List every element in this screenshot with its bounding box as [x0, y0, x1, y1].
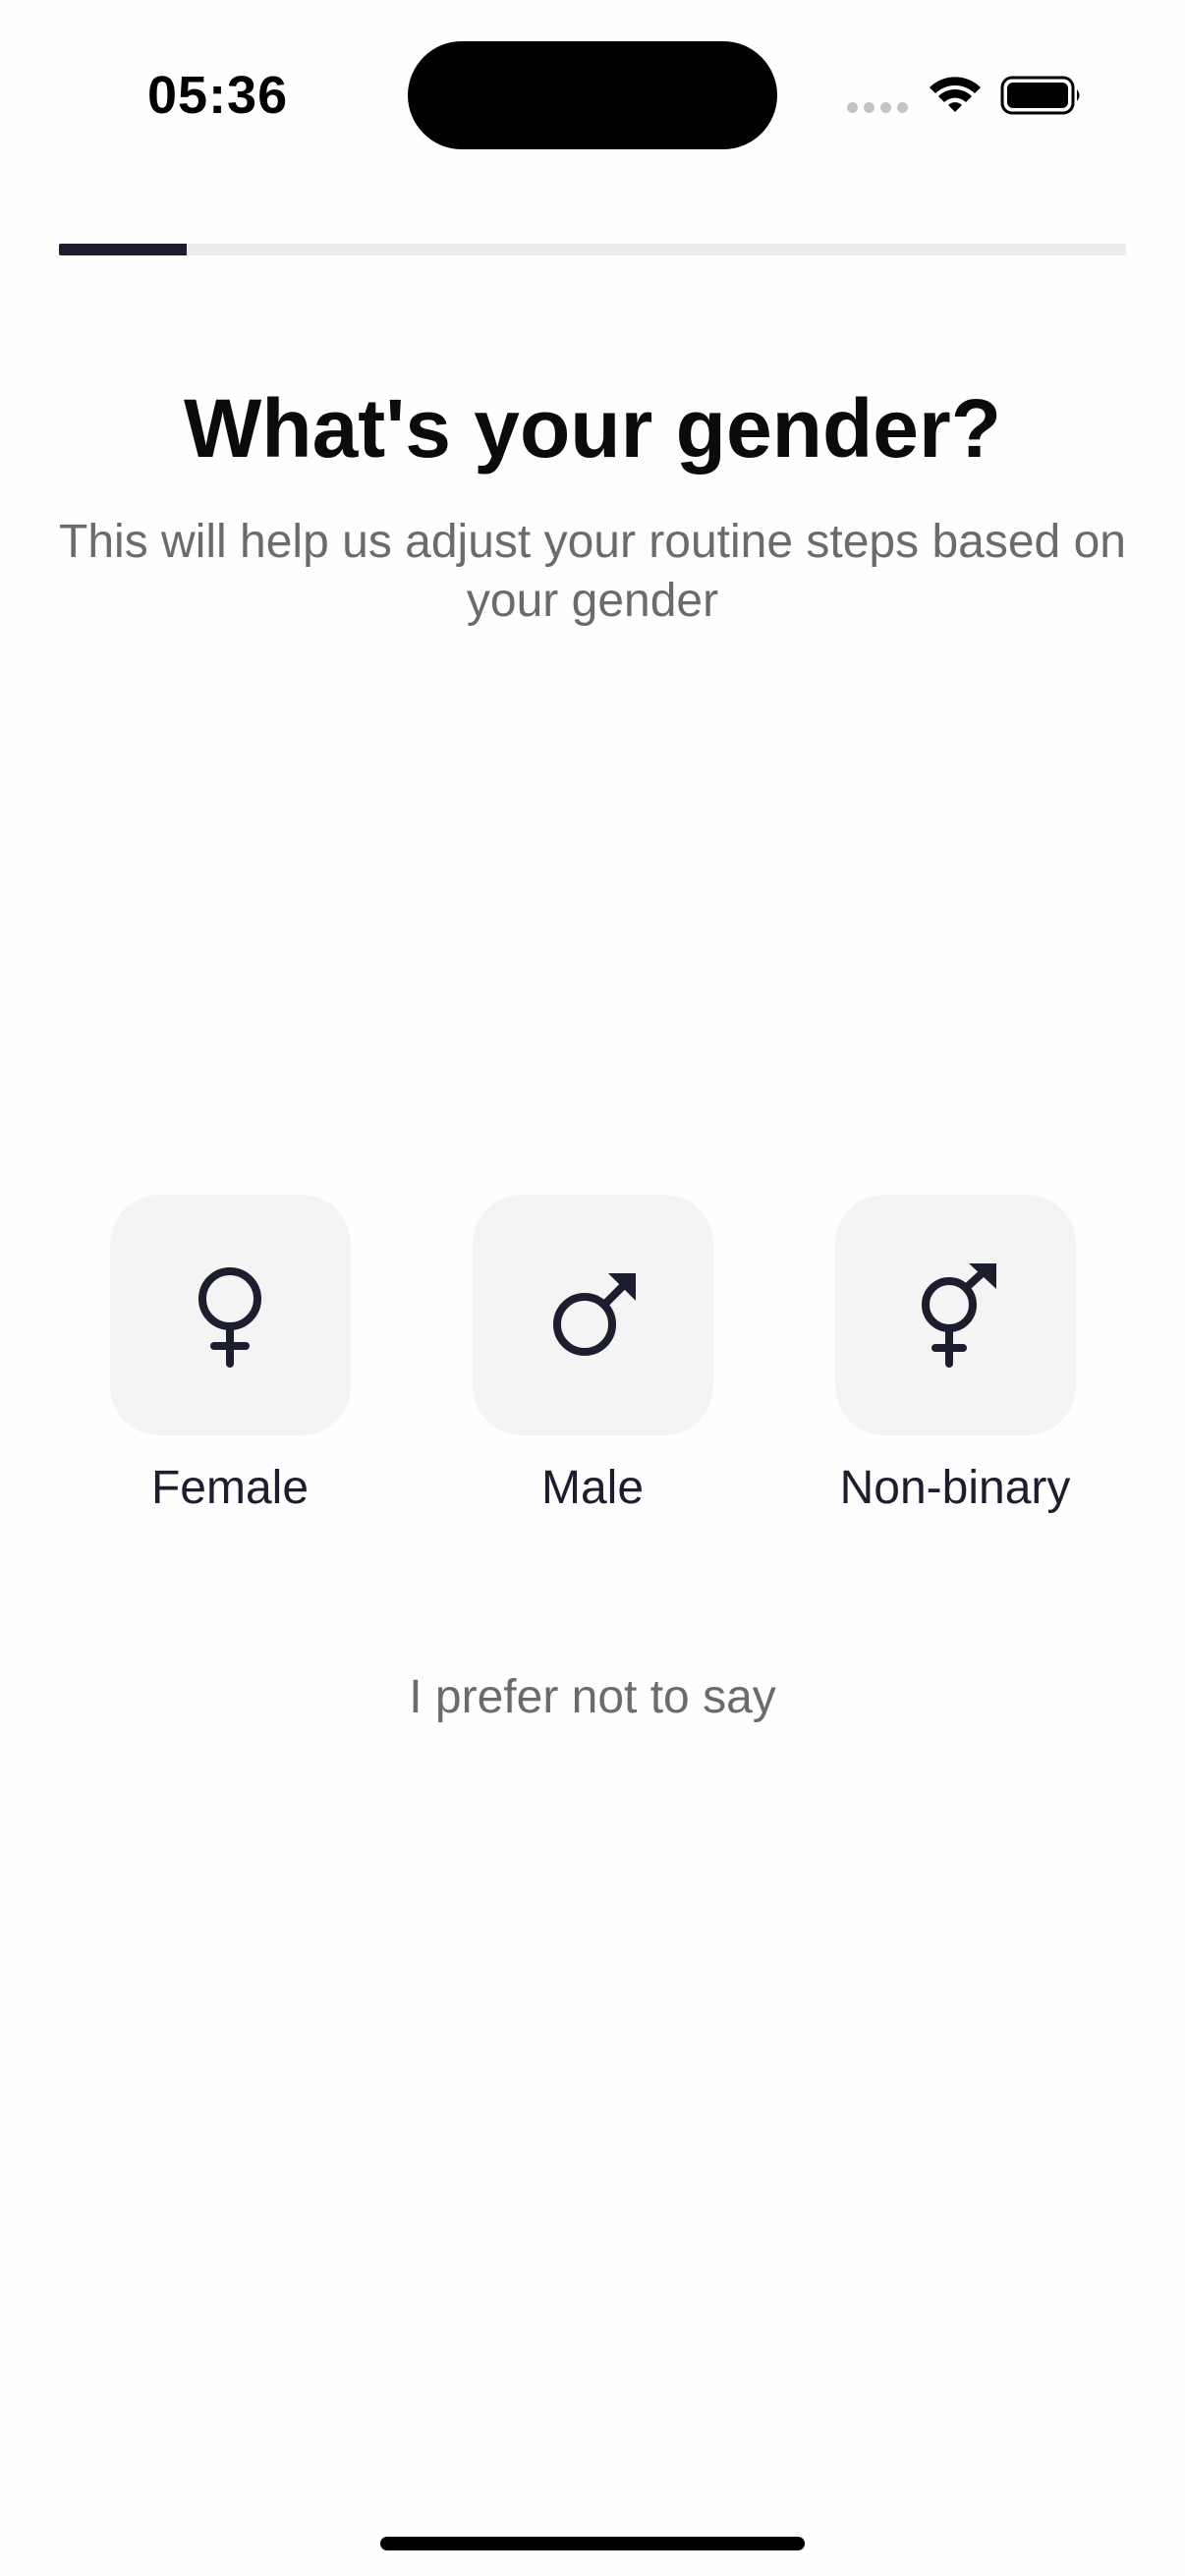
gender-options: Female Male Non-binary [0, 1195, 1185, 1529]
option-tile[interactable] [109, 1195, 351, 1435]
status-time: 05:36 [147, 66, 289, 125]
dynamic-island [408, 41, 777, 149]
wifi-icon [930, 77, 981, 112]
option-label-non-binary: Non-binary [839, 1462, 1071, 1514]
gender-option-non-binary[interactable]: Non-binary [808, 1195, 1102, 1515]
page-subtitle: This will help us adjust your routine st… [59, 516, 1126, 627]
option-tile[interactable] [834, 1195, 1076, 1435]
option-label-male: Male [540, 1462, 645, 1514]
battery-icon [1000, 76, 1080, 115]
prefer-not-to-say-link[interactable]: I prefer not to say [0, 1670, 1185, 1724]
gender-screen: 05:36 What's your gender? This will help… [0, 0, 1185, 2576]
option-label-female: Female [150, 1462, 310, 1514]
female-symbol-icon [198, 1266, 261, 1368]
home-indicator [380, 2537, 805, 2550]
gender-option-female[interactable]: Female [83, 1195, 377, 1515]
progress-fill [59, 244, 188, 255]
male-symbol-icon [553, 1272, 636, 1356]
option-tile[interactable] [472, 1195, 713, 1435]
page-title: What's your gender? [183, 382, 1002, 475]
signal-dots-icon [847, 102, 908, 113]
gender-option-male[interactable]: Male [445, 1195, 740, 1515]
progress-bar [59, 244, 1126, 255]
non-binary-symbol-icon [922, 1262, 996, 1368]
